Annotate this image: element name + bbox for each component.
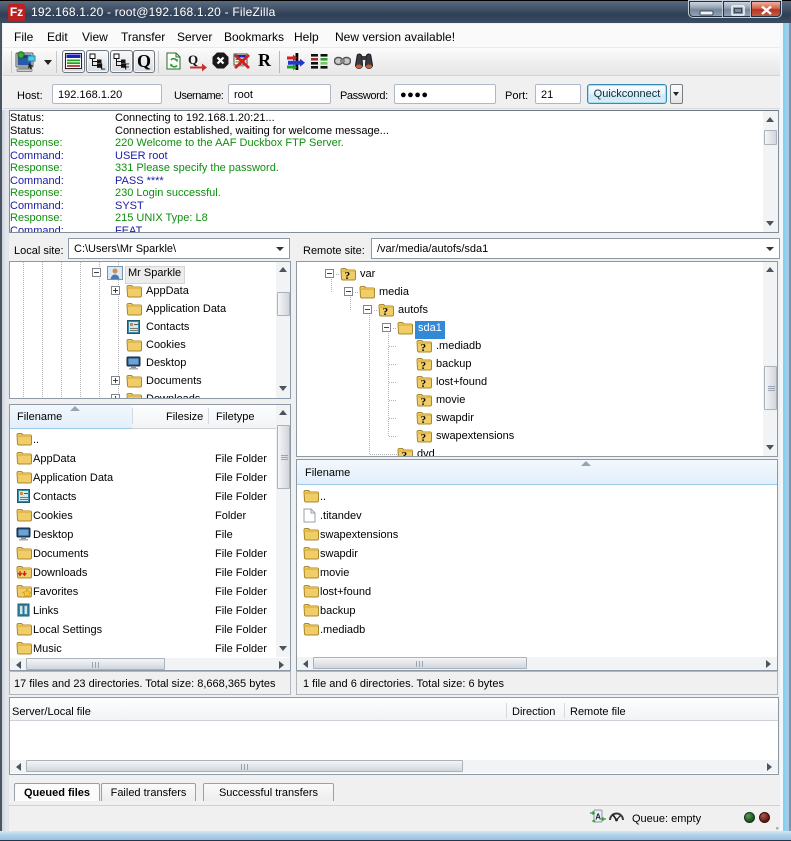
svg-text:?: ?: [383, 306, 389, 317]
svg-text:?: ?: [345, 270, 351, 281]
svg-text:?: ?: [421, 396, 427, 407]
svg-text:Q: Q: [188, 52, 198, 67]
svg-text:?: ?: [402, 450, 408, 457]
svg-text:L: L: [101, 63, 106, 71]
svg-text:?: ?: [421, 414, 427, 425]
svg-text:A: A: [595, 813, 601, 822]
svg-text:?: ?: [421, 360, 427, 371]
svg-text:?: ?: [421, 378, 427, 389]
svg-text:?: ?: [421, 342, 427, 353]
svg-text:?: ?: [421, 432, 427, 443]
svg-text:F: F: [125, 63, 130, 71]
